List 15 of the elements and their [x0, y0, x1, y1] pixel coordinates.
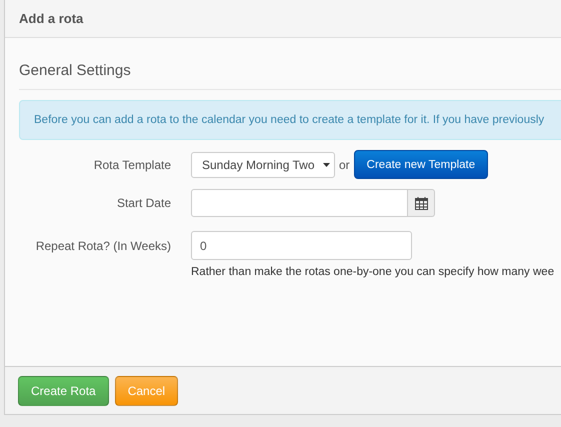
- or-text: or: [339, 158, 350, 172]
- calendar-button[interactable]: [408, 189, 435, 217]
- info-alert: Before you can add a rota to the calendar you need to create a template for it. If you have previously: [19, 100, 561, 140]
- field-label: Start Date: [116, 196, 171, 210]
- help-text: Rather than make the rotas one-by-one you can specify how many wee: [191, 266, 556, 278]
- template-select[interactable]: Sunday Morning Two: [191, 152, 335, 178]
- panel-title: Add a rota: [19, 11, 84, 26]
- caret-icon: [323, 162, 330, 166]
- section-title: General Settings: [19, 38, 561, 90]
- start-date-field[interactable]: [191, 189, 408, 217]
- create-template-button[interactable]: Create new Template: [354, 150, 488, 179]
- repeat-weeks-field[interactable]: 0: [191, 231, 412, 260]
- field-label: Rota Template: [92, 158, 171, 172]
- calendar-icon: [414, 196, 428, 210]
- field-label: Repeat Rota? (In Weeks): [34, 238, 171, 252]
